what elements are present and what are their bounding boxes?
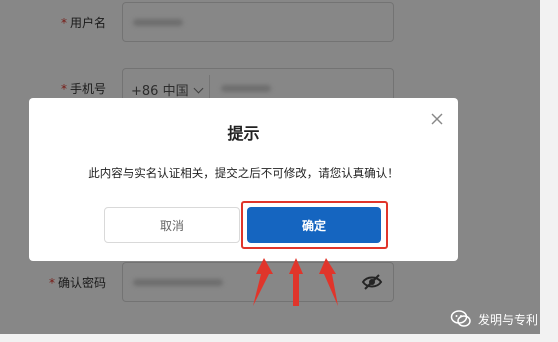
annotation-arrows	[253, 258, 338, 306]
confirm-label: 确定	[301, 218, 326, 233]
cancel-label: 取消	[159, 218, 184, 233]
dialog-message: 此内容与实名认证相关，提交之后不可修改，请您认真确认！	[88, 166, 399, 180]
confirm-dialog: 提示 此内容与实名认证相关，提交之后不可修改，请您认真确认！ 取消 确定	[29, 98, 458, 261]
page-gutter	[0, 334, 558, 342]
up-arrow-icon	[319, 258, 338, 306]
watermark-text: 发明与专利	[477, 312, 538, 327]
wechat-icon	[450, 310, 471, 327]
up-arrow-icon	[253, 258, 273, 306]
watermark: 发明与专利	[450, 308, 538, 330]
dialog-title: 提示	[227, 124, 260, 143]
close-icon[interactable]	[430, 112, 444, 126]
confirm-button[interactable]: 确定	[247, 207, 381, 243]
up-arrow-icon	[289, 258, 303, 306]
cancel-button[interactable]: 取消	[104, 207, 240, 243]
page-gutter	[540, 0, 558, 342]
